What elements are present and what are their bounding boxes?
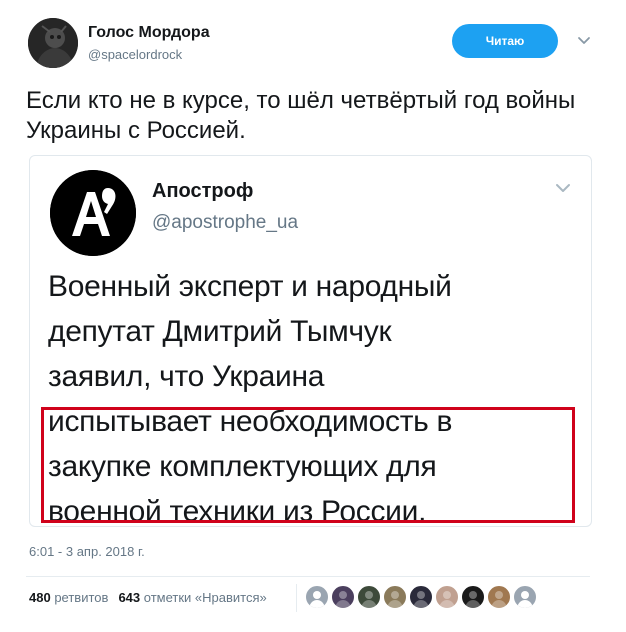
red-highlight-box bbox=[41, 407, 575, 523]
author-handle[interactable]: @spacelordrock bbox=[88, 47, 182, 62]
retweets-stat[interactable]: 480 ретвитов bbox=[29, 590, 108, 605]
author-name[interactable]: Голос Мордора bbox=[88, 24, 210, 42]
liker-avatars bbox=[304, 584, 574, 610]
embedded-text-line: Военный эксперт и народный bbox=[48, 270, 452, 303]
embedded-text-line: депутат Дмитрий Тымчук bbox=[48, 315, 392, 348]
liker-avatar[interactable] bbox=[460, 584, 486, 610]
user-avatar-icon bbox=[361, 591, 377, 608]
user-avatar-icon bbox=[387, 591, 403, 608]
user-avatar-icon bbox=[28, 18, 78, 68]
retweets-label: ретвитов bbox=[54, 590, 109, 605]
liker-avatar[interactable] bbox=[304, 584, 330, 610]
embedded-author-name: Апостроф bbox=[152, 180, 254, 202]
retweets-count: 480 bbox=[29, 590, 51, 605]
apostrophe-logo-icon bbox=[50, 170, 136, 256]
user-avatar-icon bbox=[413, 591, 429, 608]
embedded-tweet-image[interactable]: Апостроф @apostrophe_ua Военный эксперт … bbox=[29, 155, 592, 527]
user-avatar-icon bbox=[465, 591, 481, 608]
liker-avatar[interactable] bbox=[330, 584, 356, 610]
liker-avatar[interactable] bbox=[382, 584, 408, 610]
likes-stat[interactable]: 643 отметки «Нравится» bbox=[118, 590, 266, 605]
liker-avatar[interactable] bbox=[408, 584, 434, 610]
likes-label: отметки «Нравится» bbox=[143, 590, 267, 605]
embedded-text-line: заявил, что Украина bbox=[48, 360, 325, 393]
follow-button[interactable]: Читаю bbox=[452, 24, 558, 58]
liker-avatar[interactable] bbox=[486, 584, 512, 610]
liker-avatar[interactable] bbox=[512, 584, 538, 610]
user-avatar-icon bbox=[335, 591, 351, 608]
tweet-stats: 480 ретвитов 643 отметки «Нравится» bbox=[29, 590, 267, 605]
tweet-header: Голос Мордора @spacelordrock Читаю bbox=[28, 18, 598, 72]
default-avatar-icon bbox=[309, 591, 325, 608]
stats-separator bbox=[296, 584, 297, 612]
tweet-text: Если кто не в курсе, то шёл четвёртый го… bbox=[26, 87, 576, 144]
likes-count: 643 bbox=[118, 590, 141, 605]
user-avatar-icon bbox=[491, 591, 507, 608]
chevron-down-icon[interactable] bbox=[574, 30, 594, 50]
divider bbox=[26, 576, 590, 577]
tweet-timestamp[interactable]: 6:01 - 3 апр. 2018 г. bbox=[29, 544, 145, 559]
default-avatar-icon bbox=[517, 591, 533, 608]
embedded-author-handle: @apostrophe_ua bbox=[152, 212, 299, 233]
chevron-down-icon bbox=[556, 184, 570, 192]
user-avatar-icon bbox=[439, 591, 455, 608]
liker-avatar[interactable] bbox=[356, 584, 382, 610]
liker-avatar[interactable] bbox=[434, 584, 460, 610]
author-avatar[interactable] bbox=[28, 18, 78, 68]
